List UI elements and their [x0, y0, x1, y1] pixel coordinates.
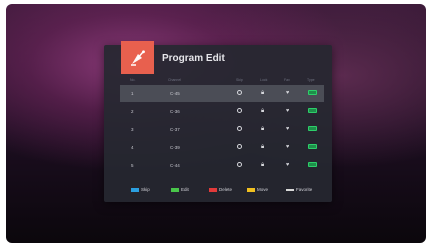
- signal-type-icon: [308, 108, 317, 113]
- program-name: C-44: [170, 163, 180, 168]
- column-header-number: No.: [130, 78, 136, 82]
- heart-icon[interactable]: ♥: [286, 144, 289, 150]
- program-row[interactable]: 5 C-44 🔒︎ ♥: [120, 157, 324, 174]
- legend-favorite: Favorite: [286, 187, 312, 192]
- skip-icon[interactable]: [237, 108, 242, 113]
- legend-move: Move: [247, 187, 268, 192]
- program-row[interactable]: 2 C-36 🔒︎ ♥: [120, 103, 324, 120]
- program-number: 1: [131, 91, 134, 96]
- column-header-skip: Skip: [236, 78, 243, 82]
- lock-icon[interactable]: 🔒︎: [261, 162, 264, 169]
- yellow-key-icon: [247, 187, 255, 192]
- skip-icon[interactable]: [237, 90, 242, 95]
- legend-label: Move: [257, 187, 269, 192]
- heart-icon[interactable]: ♥: [286, 90, 289, 96]
- program-list: 1 C-45 🔒︎ ♥ 2 C-36 🔒︎ ♥ 3 C-37 🔒︎ ♥ 4 C-…: [120, 85, 324, 175]
- skip-icon[interactable]: [237, 126, 242, 131]
- program-number: 2: [131, 109, 134, 114]
- program-number: 3: [131, 127, 134, 132]
- lock-icon[interactable]: 🔒︎: [261, 108, 264, 115]
- column-header-lock: Lock: [260, 78, 268, 82]
- heart-icon[interactable]: ♥: [286, 126, 289, 132]
- green-key-icon: [171, 187, 179, 192]
- lock-icon[interactable]: 🔒︎: [261, 144, 264, 151]
- legend-edit: Edit: [171, 187, 189, 192]
- signal-type-icon: [308, 126, 317, 131]
- column-header-type: Type: [307, 78, 315, 82]
- signal-type-icon: [308, 90, 317, 95]
- skip-icon[interactable]: [237, 162, 242, 167]
- program-edit-dialog: Program Edit No. Channel Skip Lock Fav T…: [104, 41, 332, 202]
- skip-icon[interactable]: [237, 144, 242, 149]
- program-name: C-37: [170, 127, 180, 132]
- column-header-fav: Fav: [284, 78, 290, 82]
- heart-icon[interactable]: ♥: [286, 162, 289, 168]
- legend-label: Favorite: [296, 187, 313, 192]
- signal-type-icon: [308, 144, 317, 149]
- column-headers: No. Channel Skip Lock Fav Type: [120, 76, 324, 84]
- dialog-title: Program Edit: [162, 53, 225, 64]
- legend-label: Delete: [219, 187, 233, 192]
- signal-type-icon: [308, 162, 317, 167]
- red-key-icon: [209, 187, 217, 192]
- fav-key-icon: [286, 188, 294, 191]
- program-name: C-39: [170, 145, 180, 150]
- tv-screen: Program Edit No. Channel Skip Lock Fav T…: [6, 4, 426, 243]
- lock-icon[interactable]: 🔒︎: [261, 126, 264, 133]
- legend-delete: Delete: [209, 187, 232, 192]
- legend-label: Skip: [141, 187, 150, 192]
- program-row[interactable]: 3 C-37 🔒︎ ♥: [120, 121, 324, 138]
- column-header-channel: Channel: [168, 78, 182, 82]
- program-row[interactable]: 1 C-45 🔒︎ ♥: [120, 85, 324, 102]
- lock-icon[interactable]: 🔒︎: [261, 90, 264, 97]
- satellite-dish-icon: [121, 41, 154, 74]
- program-row[interactable]: 4 C-39 🔒︎ ♥: [120, 139, 324, 156]
- program-name: C-36: [170, 109, 180, 114]
- program-number: 5: [131, 163, 134, 168]
- legend-skip: Skip: [131, 187, 150, 192]
- program-name: C-45: [170, 91, 180, 96]
- heart-icon[interactable]: ♥: [286, 108, 289, 114]
- legend-label: Edit: [181, 187, 189, 192]
- blue-key-icon: [131, 187, 139, 192]
- program-number: 4: [131, 145, 134, 150]
